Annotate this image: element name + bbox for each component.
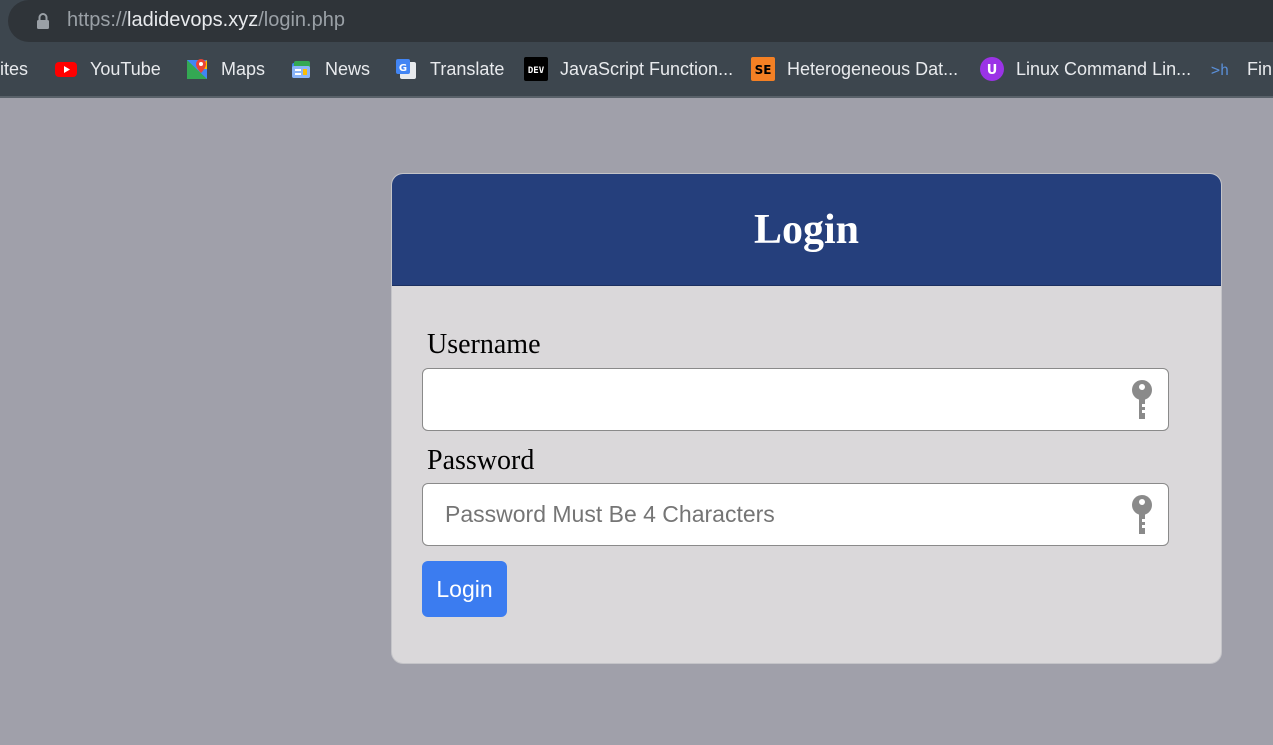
login-title: Login	[753, 206, 860, 253]
maps-icon	[187, 59, 207, 79]
bookmark-heterogeneous-data[interactable]: SE Heterogeneous Dat...	[751, 42, 958, 96]
url-scheme: https://	[67, 9, 128, 31]
bookmark-label: Maps	[221, 58, 266, 79]
url-host: ladidevops.xyz	[127, 9, 259, 31]
bookmark-label: ites	[0, 58, 29, 79]
browser-address-bar: https://ladidevops.xyz/login.php	[0, 0, 1273, 42]
bookmark-news[interactable]: News	[289, 42, 370, 96]
password-label: Password	[427, 445, 535, 476]
password-input[interactable]	[423, 484, 1113, 545]
login-card: Login Username Password Login	[391, 173, 1222, 664]
bookmark-label: YouTube	[90, 58, 161, 79]
svg-text:G: G	[399, 63, 407, 74]
login-card-header: Login	[392, 174, 1221, 286]
bookmark-youtube[interactable]: YouTube	[54, 42, 161, 96]
bookmark-label: Translate	[430, 58, 505, 79]
bookmark-translate[interactable]: G Translate	[394, 42, 504, 96]
username-input[interactable]	[423, 369, 1113, 430]
bookmark-label: Linux Command Lin...	[1016, 58, 1192, 79]
bookmark-maps[interactable]: Maps	[185, 42, 265, 96]
u-icon-text: U	[987, 63, 998, 78]
bookmark-linux-command-line[interactable]: U Linux Command Lin...	[980, 42, 1191, 96]
lock-icon[interactable]	[36, 12, 50, 30]
url-path: /login.php	[258, 9, 345, 31]
se-icon-text: SE	[755, 63, 772, 77]
bookmark-label: JavaScript Function...	[560, 58, 734, 79]
youtube-icon	[55, 62, 77, 77]
username-field	[422, 368, 1169, 431]
terminal-icon: >h	[1211, 61, 1229, 79]
bookmark-javascript-function[interactable]: DEV JavaScript Function...	[524, 42, 733, 96]
bookmark-find[interactable]: >h Fin	[1211, 42, 1272, 96]
dev-icon: DEV	[524, 57, 548, 81]
bookmark-label: News	[325, 58, 371, 79]
news-icon	[292, 61, 310, 78]
url-field[interactable]: https://ladidevops.xyz/login.php	[8, 0, 1273, 42]
key-icon	[1132, 495, 1152, 534]
username-label: Username	[427, 329, 541, 360]
terminal-icon-text: >h	[1211, 61, 1229, 79]
bookmark-sites[interactable]: ites	[0, 42, 28, 96]
se-icon: SE	[751, 57, 775, 81]
key-icon	[1132, 380, 1152, 419]
bookmark-label: Heterogeneous Dat...	[787, 58, 959, 79]
bookmark-label: Fin	[1247, 58, 1273, 79]
dev-icon-text: DEV	[528, 66, 545, 76]
url-text[interactable]: https://ladidevops.xyz/login.php	[67, 9, 345, 32]
bookmarks-bar: ites YouTube Maps News G Translate DEV J…	[0, 42, 1273, 98]
password-field	[422, 483, 1169, 546]
translate-icon: G	[396, 59, 416, 79]
u-icon: U	[980, 57, 1004, 81]
login-button[interactable]: Login	[422, 561, 507, 617]
